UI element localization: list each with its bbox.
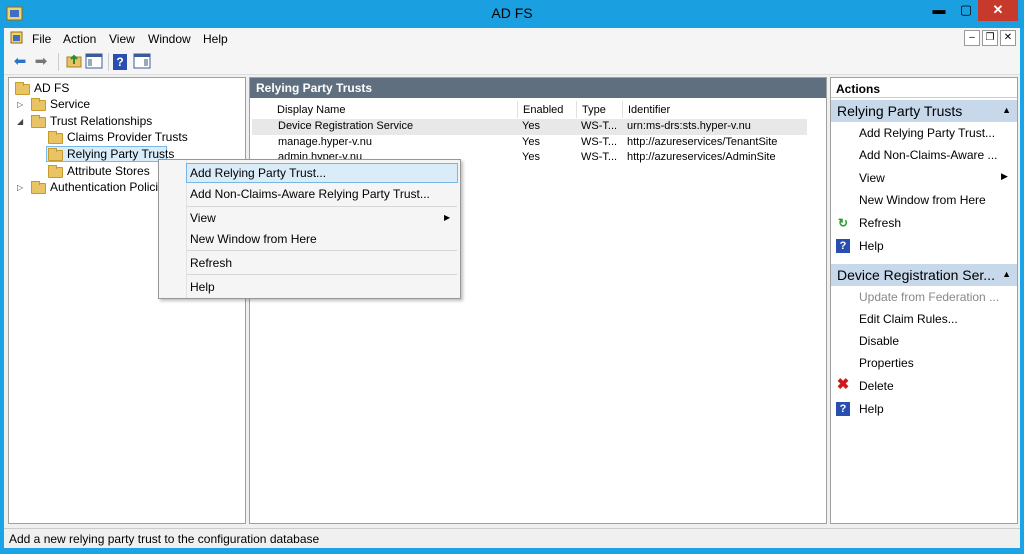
action-view[interactable]: View bbox=[859, 171, 885, 185]
actions-section-relying-party-trusts[interactable]: Relying Party Trusts ▲ bbox=[831, 100, 1017, 122]
maximize-button[interactable]: ▢ bbox=[951, 0, 981, 21]
refresh-icon: ↻ bbox=[837, 216, 849, 230]
toolbar: ⬅ ➡ ? bbox=[4, 49, 1020, 75]
context-menu-view[interactable]: View bbox=[190, 211, 216, 225]
context-menu-add-relying-party-trust[interactable]: Add Relying Party Trust... bbox=[190, 166, 326, 180]
show-hide-action-pane-icon[interactable] bbox=[132, 52, 152, 72]
tree-item-label: Attribute Stores bbox=[67, 164, 150, 178]
collapse-triangle-icon[interactable]: ▲ bbox=[1002, 269, 1011, 279]
submenu-arrow-icon: ▶ bbox=[1001, 171, 1008, 181]
action-delete[interactable]: Delete bbox=[859, 379, 894, 393]
tree-item-label: Authentication Policie bbox=[50, 180, 165, 194]
cell-enabled: Yes bbox=[522, 120, 540, 132]
menu-help[interactable]: Help bbox=[203, 32, 228, 46]
folder-icon bbox=[31, 98, 46, 111]
action-edit-claim-rules[interactable]: Edit Claim Rules... bbox=[859, 312, 958, 326]
context-menu-add-non-claims-aware[interactable]: Add Non-Claims-Aware Relying Party Trust… bbox=[190, 187, 430, 201]
mmc-icon[interactable] bbox=[10, 31, 24, 45]
cell-type: WS-T... bbox=[581, 136, 618, 148]
help-icon: ? bbox=[836, 239, 850, 253]
show-hide-tree-icon[interactable] bbox=[84, 52, 104, 72]
column-header-type[interactable]: Type bbox=[577, 101, 623, 118]
action-new-window[interactable]: New Window from Here bbox=[859, 193, 986, 207]
folder-icon bbox=[48, 165, 63, 178]
context-menu-help[interactable]: Help bbox=[190, 280, 215, 294]
folder-icon bbox=[15, 82, 30, 95]
actions-header: Actions bbox=[831, 78, 1017, 98]
help-icon[interactable]: ? bbox=[113, 54, 127, 70]
tree-item-label: Service bbox=[50, 97, 91, 111]
action-update-from-federation[interactable]: Update from Federation ... bbox=[859, 290, 999, 304]
menu-file[interactable]: File bbox=[32, 32, 51, 46]
mdi-close-button[interactable]: ✕ bbox=[1000, 30, 1016, 46]
menu-bar: File Action View Window Help bbox=[4, 28, 1020, 49]
toolbar-separator bbox=[108, 53, 109, 71]
action-help[interactable]: Help bbox=[859, 239, 884, 253]
table-row[interactable]: manage.hyper-v.nu Yes WS-T... http://azu… bbox=[252, 135, 807, 151]
expand-arrow-icon[interactable]: ▷ bbox=[17, 183, 23, 192]
mdi-minimize-button[interactable]: – bbox=[964, 30, 980, 46]
cell-display-name: Device Registration Service bbox=[278, 120, 414, 132]
action-properties[interactable]: Properties bbox=[859, 356, 914, 370]
minimize-button[interactable]: ▬ bbox=[924, 0, 954, 21]
column-header-display-name[interactable]: Display Name bbox=[272, 101, 518, 118]
section-title: Relying Party Trusts bbox=[837, 103, 963, 119]
expand-arrow-icon[interactable]: ▷ bbox=[17, 100, 23, 109]
menu-action[interactable]: Action bbox=[63, 32, 96, 46]
status-bar: Add a new relying party trust to the con… bbox=[4, 528, 1020, 548]
actions-section-device-registration[interactable]: Device Registration Ser... ▲ bbox=[831, 264, 1017, 286]
context-menu-new-window[interactable]: New Window from Here bbox=[190, 232, 317, 246]
action-refresh[interactable]: Refresh bbox=[859, 216, 901, 230]
help-icon: ? bbox=[836, 402, 850, 416]
delete-icon: ✖ bbox=[836, 376, 850, 393]
collapse-arrow-icon[interactable]: ◢ bbox=[17, 117, 23, 126]
action-help-2[interactable]: Help bbox=[859, 402, 884, 416]
back-icon[interactable]: ⬅ bbox=[10, 52, 30, 72]
collapse-triangle-icon[interactable]: ▲ bbox=[1002, 105, 1011, 115]
console-tree: AD FS ▷ Service ◢ Trust Relationships Cl… bbox=[8, 77, 246, 524]
menu-view[interactable]: View bbox=[109, 32, 135, 46]
table-row[interactable]: Device Registration Service Yes WS-T... … bbox=[252, 119, 807, 135]
menu-separator bbox=[187, 206, 457, 207]
section-title: Device Registration Ser... bbox=[837, 267, 995, 283]
cell-enabled: Yes bbox=[522, 136, 540, 148]
window-title: AD FS bbox=[491, 5, 533, 21]
cell-identifier: http://azureservices/TenantSite bbox=[627, 136, 778, 148]
results-pane-header: Relying Party Trusts bbox=[250, 78, 826, 98]
cell-type: WS-T... bbox=[581, 151, 618, 163]
cell-enabled: Yes bbox=[522, 151, 540, 163]
folder-icon bbox=[48, 131, 63, 144]
toolbar-separator bbox=[58, 53, 59, 71]
folder-icon bbox=[31, 181, 46, 194]
folder-icon bbox=[31, 115, 46, 128]
action-disable[interactable]: Disable bbox=[859, 334, 899, 348]
submenu-arrow-icon: ▶ bbox=[444, 213, 451, 222]
mdi-restore-button[interactable]: ❐ bbox=[982, 30, 998, 46]
close-button[interactable]: ✕ bbox=[978, 0, 1018, 21]
menu-separator bbox=[187, 250, 457, 251]
cell-type: WS-T... bbox=[581, 120, 618, 132]
tree-item-label: Trust Relationships bbox=[50, 114, 153, 128]
folder-icon bbox=[48, 148, 63, 161]
cell-identifier: http://azureservices/AdminSite bbox=[627, 151, 776, 163]
cell-identifier: urn:ms-drs:sts.hyper-v.nu bbox=[627, 120, 751, 132]
forward-icon[interactable]: ➡ bbox=[31, 52, 51, 72]
column-header-enabled[interactable]: Enabled bbox=[518, 101, 577, 118]
menu-separator bbox=[187, 274, 457, 275]
tree-item-label: Claims Provider Trusts bbox=[67, 130, 188, 144]
context-menu-refresh[interactable]: Refresh bbox=[190, 256, 232, 270]
cell-display-name: manage.hyper-v.nu bbox=[278, 136, 372, 148]
menu-window[interactable]: Window bbox=[148, 32, 191, 46]
action-add-relying-party-trust[interactable]: Add Relying Party Trust... bbox=[859, 126, 995, 140]
action-add-non-claims-aware[interactable]: Add Non-Claims-Aware ... bbox=[859, 148, 998, 162]
up-folder-icon[interactable] bbox=[64, 52, 84, 72]
column-header-identifier[interactable]: Identifier bbox=[623, 101, 807, 118]
tree-item-label: AD FS bbox=[34, 81, 70, 95]
